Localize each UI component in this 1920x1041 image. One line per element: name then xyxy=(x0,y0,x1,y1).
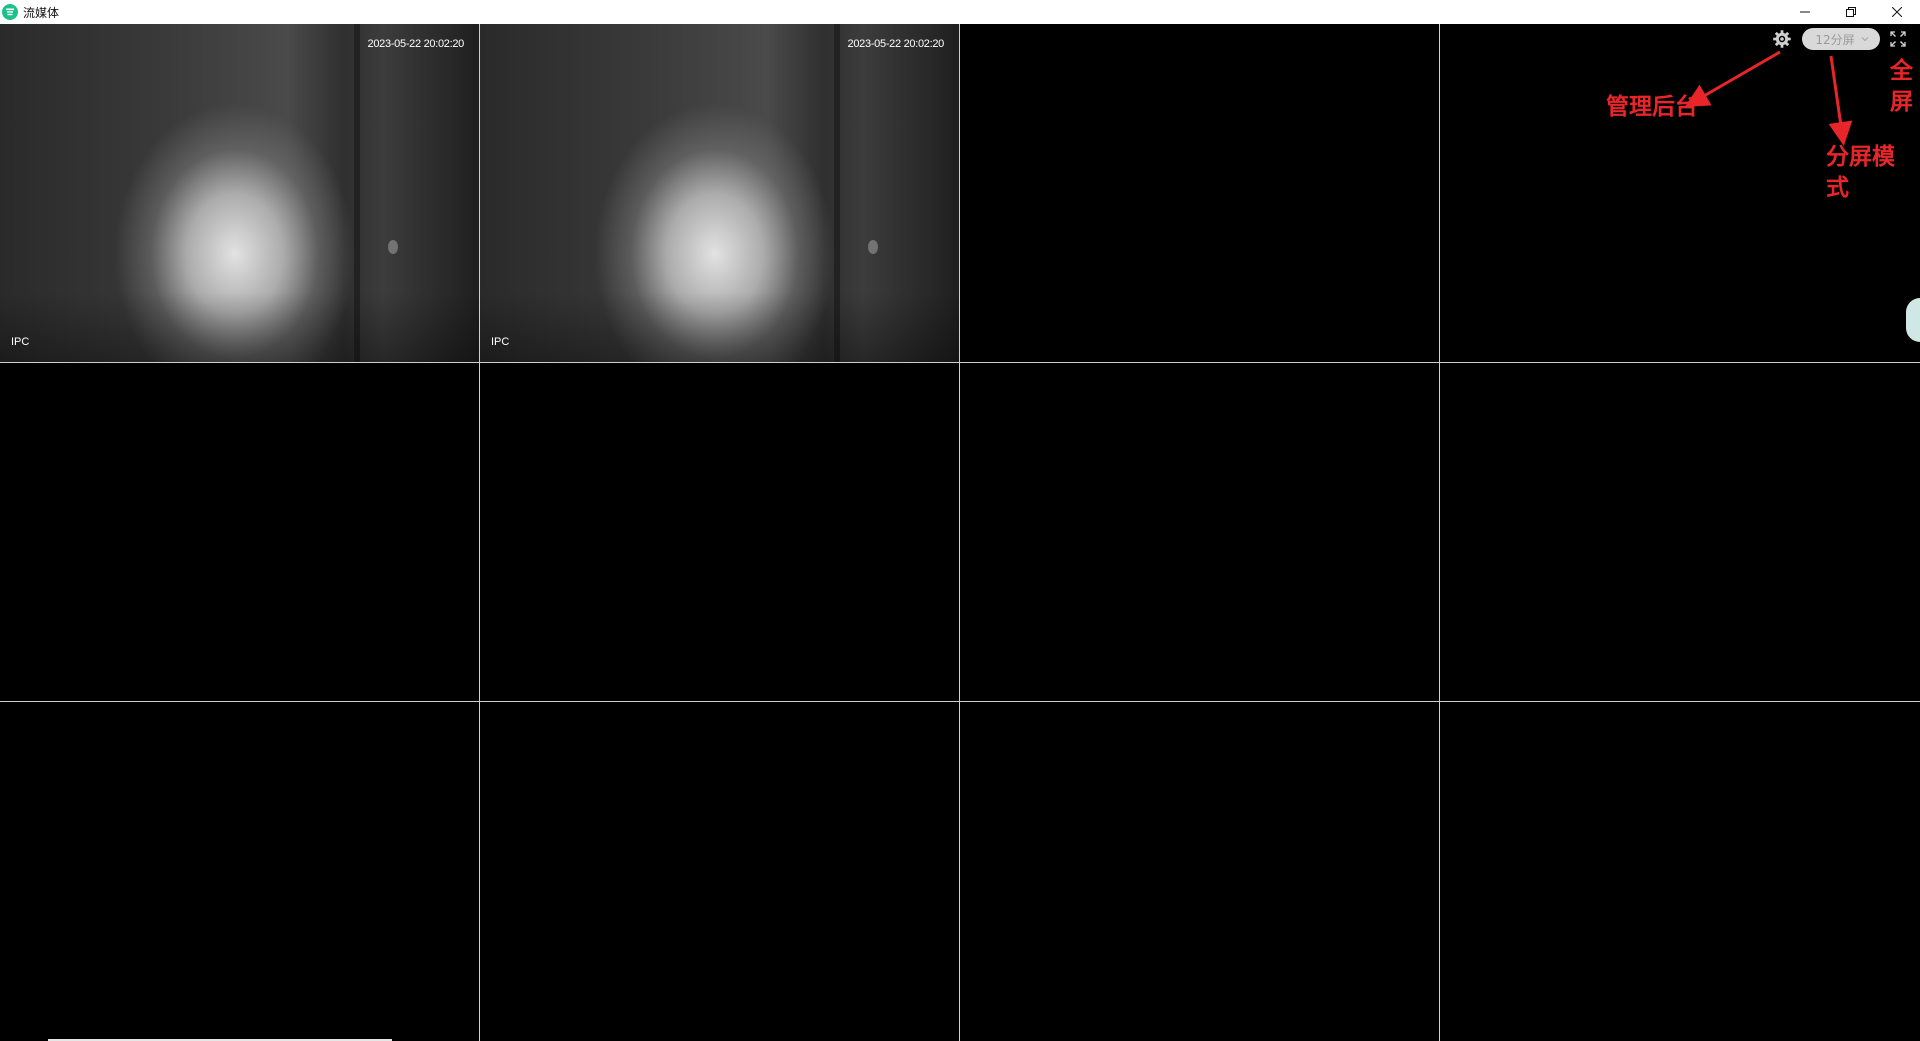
video-cell-12[interactable] xyxy=(1440,702,1920,1041)
video-toolbar: 12分屏 xyxy=(1770,28,1920,50)
restore-icon xyxy=(1846,7,1856,17)
video-feed xyxy=(0,24,479,362)
door-knob xyxy=(867,240,878,255)
minimize-button[interactable] xyxy=(1782,0,1828,24)
app-logo-icon xyxy=(2,4,18,20)
restore-button[interactable] xyxy=(1828,0,1874,24)
annotation-split-mode: 分屏模式 xyxy=(1826,144,1895,202)
gear-icon xyxy=(1773,30,1791,48)
annotation-admin: 管理后台 xyxy=(1606,94,1698,120)
title-bar[interactable]: 流媒体 xyxy=(0,0,1920,24)
door-edge xyxy=(834,24,841,362)
settings-button[interactable] xyxy=(1770,27,1794,51)
video-timestamp: 2023-05-22 20:02:20 xyxy=(847,38,945,50)
window-title: 流媒体 xyxy=(23,5,60,20)
camera-label: IPC xyxy=(491,336,510,348)
video-cell-2[interactable]: 2023-05-22 20:02:20 IPC xyxy=(480,24,960,363)
video-grid: 2023-05-22 20:02:20 IPC 2023-05-22 20:02… xyxy=(0,24,1920,1041)
fullscreen-button[interactable] xyxy=(1886,27,1910,51)
door-edge xyxy=(354,24,361,362)
side-drawer-handle[interactable] xyxy=(1906,298,1920,342)
split-mode-select[interactable]: 12分屏 xyxy=(1802,28,1880,50)
video-cell-1[interactable]: 2023-05-22 20:02:20 IPC xyxy=(0,24,480,363)
split-mode-value: 12分屏 xyxy=(1815,32,1855,47)
app-window: 流媒体 2023-05-22 20:02:20 IPC 2023-05-22 2… xyxy=(0,0,1920,1041)
close-button[interactable] xyxy=(1874,0,1920,24)
video-cell-7[interactable] xyxy=(960,363,1440,702)
door-knob xyxy=(387,240,398,255)
window-controls xyxy=(1782,0,1920,24)
minimize-icon xyxy=(1800,11,1810,13)
close-icon xyxy=(1892,7,1902,17)
video-feed xyxy=(480,24,959,362)
video-cell-10[interactable] xyxy=(480,702,960,1041)
video-cell-3[interactable] xyxy=(960,24,1440,363)
video-cell-6[interactable] xyxy=(480,363,960,702)
video-cell-9[interactable] xyxy=(0,702,480,1041)
chevron-down-icon xyxy=(1861,36,1869,42)
video-cell-11[interactable] xyxy=(960,702,1440,1041)
camera-label: IPC xyxy=(11,336,30,348)
video-timestamp: 2023-05-22 20:02:20 xyxy=(367,38,465,50)
fullscreen-icon xyxy=(1890,31,1906,47)
video-cell-5[interactable] xyxy=(0,363,480,702)
video-cell-8[interactable] xyxy=(1440,363,1920,702)
annotation-fullscreen: 全屏 xyxy=(1890,58,1913,116)
